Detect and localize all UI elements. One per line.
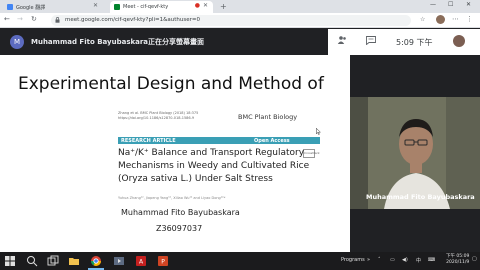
taskbar-date: 2020/11/9 [446,260,470,265]
presenter-name: Muhammad Fito Bayubaskara [121,208,240,217]
open-access-label: Open Access [254,138,290,144]
presenter-avatar: M [10,35,24,49]
star-icon[interactable]: ☆ [420,16,425,23]
mouse-cursor-icon [316,128,321,135]
ime-icon[interactable]: ⌨ [428,257,435,263]
close-tab-icon[interactable]: ✕ [93,2,98,9]
paper-title-line-3: (Oryza sativa L.) Under Salt Stress [118,174,273,184]
url-field[interactable]: meet.google.com/cif-qevf-kty?pli=1&authu… [51,15,411,26]
meeting-clock: 5:09 下午 [396,38,433,47]
tab-meet[interactable]: Meet - cif-qevf-kty ● ✕ [110,1,213,13]
participant-name-label: Muhammad Fito Bayubaskara [366,193,475,201]
chrome-icon[interactable] [90,255,102,267]
media-player-icon[interactable] [113,255,125,267]
paper-title-line-1: Na⁺/K⁺ Balance and Transport Regulatory [118,148,305,158]
powerpoint-icon[interactable]: P [157,255,169,267]
toolbar-expand-chevron[interactable]: » [367,257,370,263]
paper-doi: https://doi.org/10.1186/s12870-018-1586-… [118,116,195,120]
task-view-icon[interactable] [26,255,38,267]
taskbar-clock[interactable]: 下午 05:09 2020/11/9 [446,254,469,266]
language-indicator-icon[interactable]: 中 [416,257,421,264]
volume-icon[interactable]: ◀) [402,257,408,263]
close-window-button[interactable]: ✕ [466,1,471,8]
tab-google-translate[interactable]: Google 翻譯 ✕ [3,1,103,13]
extensions-icon[interactable]: ⋯ [452,15,459,23]
tab-label: Meet - cif-qevf-kty [123,4,169,10]
tab-label: Google 翻譯 [16,4,46,11]
tray-overflow-icon[interactable]: ˄ [378,257,381,263]
close-tab-icon[interactable]: ✕ [203,2,208,9]
google-translate-favicon-icon [7,4,13,10]
programs-toolbar-label[interactable]: Programs [341,257,365,263]
paper-title-line-2: Mechanisms in Weedy and Cultivated Rice [118,161,310,171]
people-icon[interactable] [337,35,347,45]
menu-kebab-icon[interactable]: ⋮ [466,15,473,23]
research-article-label: RESEARCH ARTICLE [121,138,176,144]
paper-authors: Yuhua Zhang¹², Jiapeng Yang¹², Xiliao Wu… [118,196,226,200]
lock-icon [55,17,60,23]
profile-avatar[interactable] [436,15,445,24]
chat-icon[interactable] [366,36,376,45]
pdf-reader-icon[interactable]: A [135,255,147,267]
file-explorer-icon[interactable] [68,255,80,267]
task-switch-icon[interactable] [47,255,59,267]
reload-icon[interactable]: ↻ [31,15,37,23]
slide-title: Experimental Design and Method of [18,74,324,94]
paper-citation: Zhang et al. BMC Plant Biology (2018) 18… [118,111,199,115]
crossmark-logo: CrossMark [303,149,320,158]
svg-text:P: P [161,259,165,266]
presenting-banner: Muhammad Fito Bayubaskara正在分享螢幕畫面 [31,38,205,46]
notification-icon[interactable]: ▢ [472,256,477,262]
journal-name: BMC Plant Biology [238,113,298,121]
network-icon[interactable]: ▭ [390,257,395,263]
recording-dot-icon: ● [194,2,200,9]
maximize-button[interactable]: ☐ [448,1,453,8]
student-id: Z36097037 [156,224,203,233]
self-avatar[interactable] [453,35,465,47]
back-arrow-icon[interactable]: ← [4,15,10,23]
windows-start-icon[interactable] [4,255,16,267]
forward-arrow-icon[interactable]: → [17,15,23,23]
minimize-button[interactable]: — [430,1,436,8]
new-tab-button[interactable]: + [220,1,227,12]
meet-favicon-icon [114,4,120,10]
